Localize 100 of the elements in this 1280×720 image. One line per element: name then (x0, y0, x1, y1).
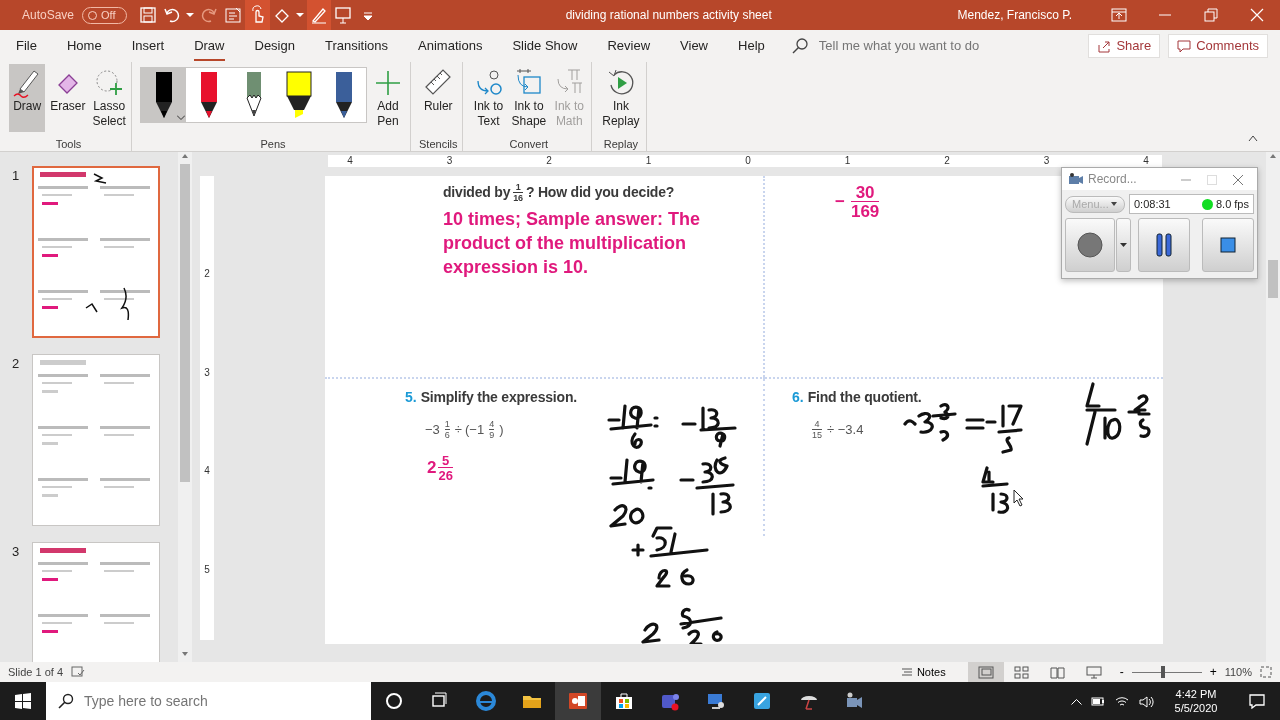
notes-button[interactable]: Notes (894, 662, 952, 682)
question-text: divided by (443, 183, 511, 202)
denominator: 15 (812, 429, 822, 440)
ribbon-tab[interactable]: Design (254, 30, 295, 62)
taskbar-search-field[interactable]: Type here to search (46, 682, 371, 720)
ribbon-tab[interactable]: Insert (131, 30, 165, 62)
zoom-out-button[interactable]: - (1119, 663, 1124, 681)
camera-icon (844, 691, 864, 711)
tell-me-field[interactable]: Tell me what you want to do (816, 35, 1077, 57)
ribbon-tab[interactable]: File (16, 30, 37, 62)
zoom-in-button[interactable]: + (1209, 663, 1217, 681)
taskbar-button[interactable] (555, 682, 601, 720)
caret-icon (1110, 201, 1118, 207)
notepad-icon (752, 691, 772, 711)
ruler-number: 1 (644, 155, 653, 167)
save-icon (137, 5, 158, 25)
ruler-number: 4 (346, 155, 354, 167)
touch-button[interactable] (245, 0, 270, 30)
answer-text: 10 times; Sample answer: The product of the multiplication expression is 10. (443, 208, 702, 279)
comments-button[interactable]: Comments (1168, 34, 1268, 58)
scrollbar-thumb[interactable] (1268, 260, 1278, 298)
eraser-button[interactable]: Eraser (48, 64, 88, 132)
ribbon-tab[interactable]: Animations (418, 30, 483, 62)
share-icon (1097, 39, 1112, 53)
zoom-slider-thumb[interactable] (1161, 665, 1166, 678)
scroll-up-icon (180, 152, 190, 160)
reading-view-icon (1049, 665, 1066, 679)
ruler-number: 4 (1142, 155, 1150, 167)
ribbon-tab[interactable]: Slide Show (512, 30, 578, 62)
ink-replay-button[interactable]: Ink Replay (600, 64, 642, 132)
slide-number: 1 (11, 167, 21, 185)
minimize-icon (1181, 178, 1191, 181)
presentation-icon (333, 5, 354, 25)
scroll-up-icon (1268, 152, 1278, 160)
ruler-number: 5 (203, 562, 211, 577)
convert-button[interactable]: Ink to Text (470, 64, 507, 132)
slide-thumbnail[interactable] (32, 354, 160, 526)
view-button[interactable] (967, 662, 1004, 682)
slide-thumbnail[interactable] (32, 166, 160, 338)
denominator: 26 (438, 467, 453, 482)
slideshow-icon (1085, 665, 1102, 679)
slide-number: 3 (11, 543, 21, 561)
restore-icon (1201, 5, 1221, 25)
draw-button[interactable]: Draw (9, 64, 46, 132)
ribbon-tab[interactable]: Review (607, 30, 651, 62)
slide-sorter-icon (1013, 665, 1030, 679)
minimize-icon (1159, 14, 1171, 16)
ribbon-tab[interactable]: Help (738, 30, 765, 62)
scrollbar-thumb[interactable] (180, 164, 190, 482)
search-icon (58, 693, 74, 709)
denominator: 6 (444, 429, 450, 440)
presentation-app-icon (568, 691, 588, 711)
ruler-number: 3 (445, 155, 454, 167)
caret-icon (296, 13, 305, 17)
add-pen-button[interactable]: Add Pen (370, 64, 406, 132)
ruler-number: 2 (943, 155, 951, 167)
clock-time: 4:42 PM (1175, 687, 1217, 701)
accessibility-icon (71, 666, 86, 678)
maximize-icon (1207, 174, 1217, 185)
question-number: 6. (792, 388, 804, 407)
pen-option[interactable] (141, 68, 186, 122)
minus-sign: − (835, 191, 845, 214)
autosave-label: AutoSave (22, 7, 75, 24)
windows-logo-icon (15, 693, 31, 709)
chevron-up-icon (1248, 133, 1258, 142)
ruler-number: 0 (744, 155, 752, 167)
convert-button[interactable]: Ink to Shape (509, 64, 549, 132)
ruler-number: 1 (843, 155, 852, 167)
stop-icon (1220, 237, 1236, 253)
taskbar-clock[interactable]: 4:42 PM 5/5/2020 (1166, 687, 1226, 715)
denominator: 16 (513, 191, 523, 203)
pause-button[interactable] (1138, 218, 1190, 272)
group-label: Stencils (419, 137, 458, 152)
group-label: Tools (55, 137, 82, 152)
ribbon-tab[interactable]: Home (66, 30, 102, 62)
numerator: 1 (444, 420, 450, 429)
ribbon-tab[interactable]: Transitions (324, 30, 389, 62)
document-title: dividing rational numbers activity sheet (564, 7, 773, 24)
group-label: Convert (509, 137, 549, 152)
caret-icon (176, 115, 185, 120)
pen-button[interactable] (306, 0, 331, 30)
pause-icon (1155, 232, 1173, 258)
stop-button[interactable] (1202, 218, 1254, 272)
frame-rate: 8.0 fps (1215, 196, 1249, 212)
scroll-down-icon (180, 650, 190, 658)
record-button[interactable] (1065, 218, 1115, 272)
lasso-select-button[interactable]: Lasso Select (90, 64, 128, 132)
computer-icon (706, 691, 726, 711)
record-icon (1077, 232, 1103, 258)
caret-icon (186, 13, 195, 17)
notes-icon (900, 667, 913, 677)
ribbon-tab[interactable]: View (680, 30, 708, 62)
ruler-number: 4 (203, 464, 211, 479)
question-text: Find the quotient. (807, 388, 922, 407)
store-icon (614, 691, 634, 711)
zoom-level: 110% (1224, 664, 1252, 680)
ruler-button[interactable]: Ruler (420, 64, 457, 132)
share-button[interactable]: Share (1088, 34, 1161, 58)
ribbon-tab[interactable]: Draw (194, 30, 225, 62)
ruler-number: 3 (203, 365, 211, 380)
